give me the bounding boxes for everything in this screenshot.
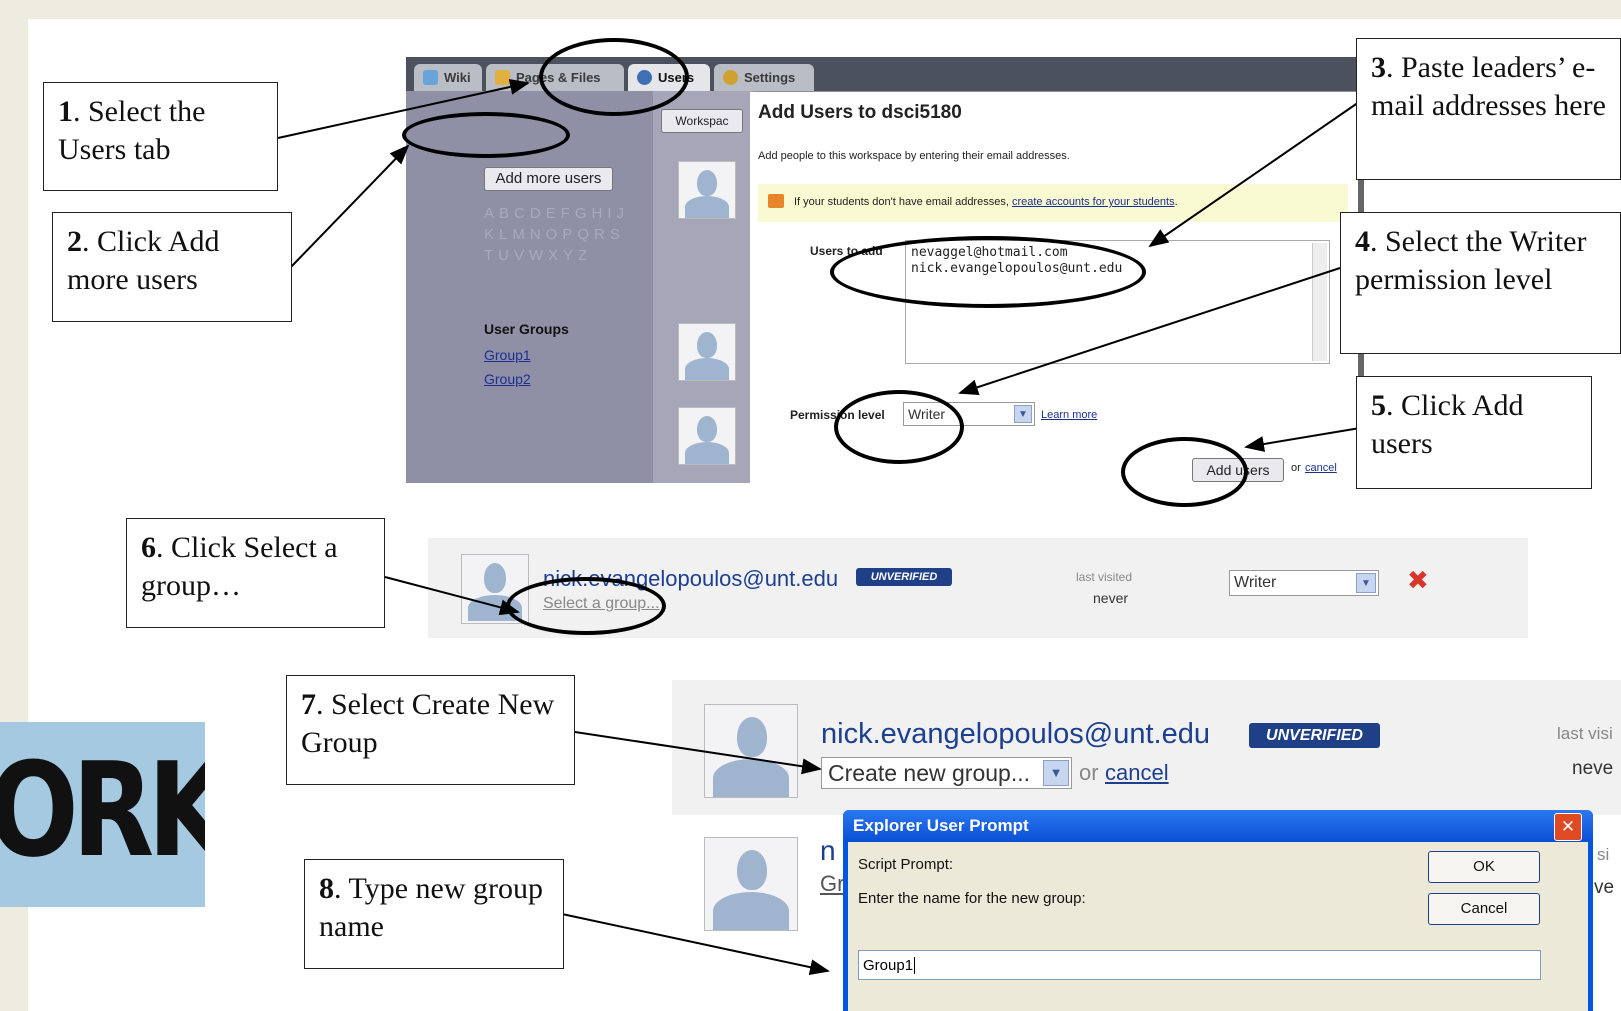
arrow-1 [277, 79, 530, 139]
step-text: . Click Select a group… [141, 531, 338, 602]
callout-step-5: 5. Click Add users [1356, 376, 1592, 489]
step-number: 5 [1371, 389, 1386, 422]
arrow-7 [574, 731, 822, 775]
arrow-8 [561, 913, 830, 976]
callout-step-1: 1. Select the Users tab [43, 82, 278, 191]
step-text: . Paste leaders’ e-mail addresses here [1371, 51, 1606, 122]
step-number: 4 [1355, 225, 1370, 258]
callout-step-6: 6. Click Select a group… [126, 518, 385, 628]
step-number: 1 [58, 95, 73, 128]
callout-step-7: 7. Select Create New Group [286, 675, 575, 785]
step-number: 3 [1371, 51, 1386, 84]
step-text: . Select the Users tab [58, 95, 206, 166]
step-number: 8 [319, 872, 334, 905]
step-number: 7 [301, 688, 316, 721]
callout-step-3: 3. Paste leaders’ e-mail addresses here [1356, 38, 1621, 180]
callout-step-2: 2. Click Add more users [52, 212, 292, 322]
step-number: 2 [67, 225, 82, 258]
arrow-2 [289, 144, 410, 269]
arrow-3 [1148, 99, 1363, 248]
arrow-4 [958, 267, 1341, 395]
callout-step-8: 8. Type new group name [304, 859, 564, 969]
step-number: 6 [141, 531, 156, 564]
step-text: . Click Add users [1371, 389, 1524, 460]
step-text: . Type new group name [319, 872, 543, 943]
arrow-5 [1244, 427, 1361, 452]
step-text: . Select the Writer permission level [1355, 225, 1587, 296]
arrow-6 [384, 576, 520, 616]
step-text: . Select Create New Group [301, 688, 555, 759]
callout-step-4: 4. Select the Writer permission level [1340, 212, 1621, 354]
step-text: . Click Add more users [67, 225, 220, 296]
